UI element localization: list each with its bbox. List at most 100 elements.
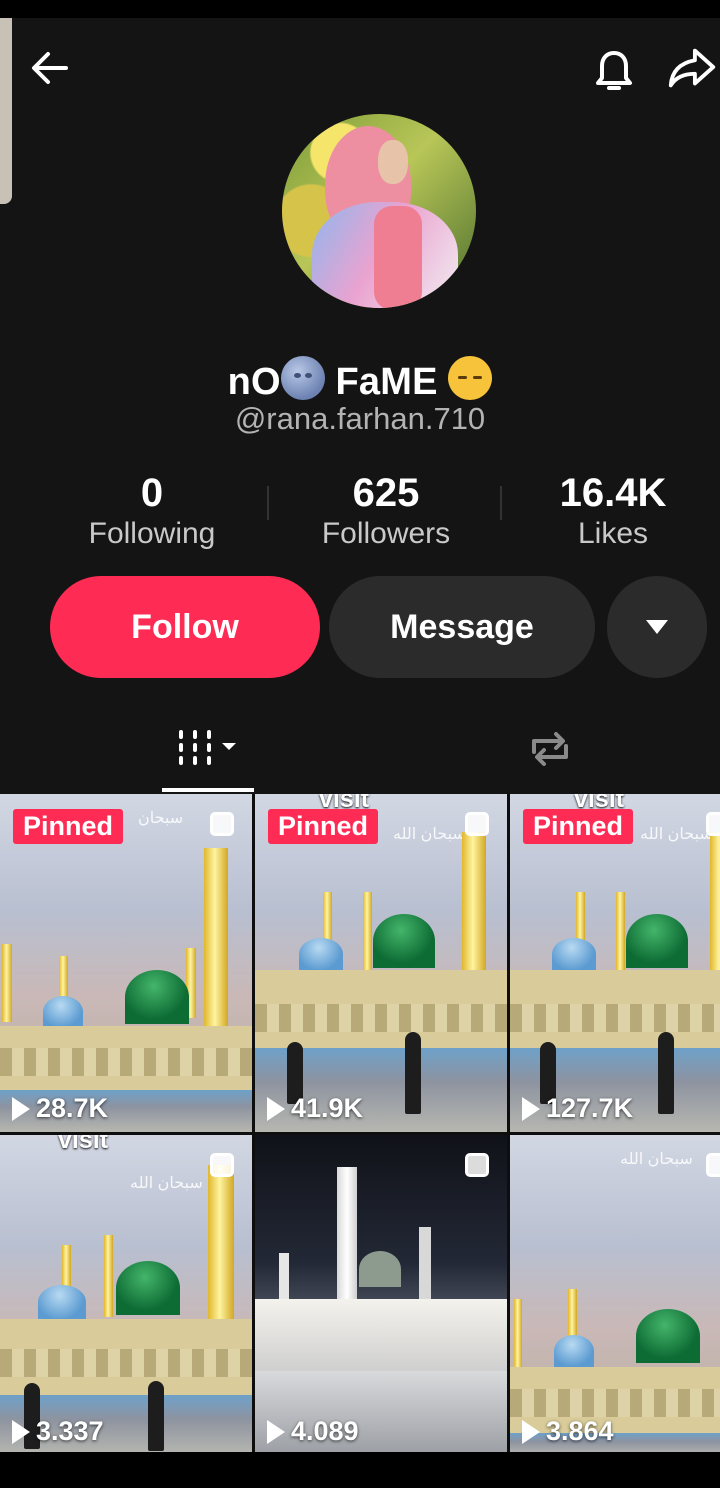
minaret [104, 1235, 113, 1317]
avatar-scarf [374, 206, 422, 308]
person-silhouette [658, 1032, 674, 1114]
minaret [514, 1299, 522, 1369]
green-dome [636, 1309, 700, 1363]
video-thumbnail[interactable]: visit سبحان الله Pinned 41.9K [255, 794, 507, 1132]
view-count: 3.864 [522, 1416, 614, 1447]
repost-icon [532, 732, 568, 766]
view-count: 127.7K [522, 1093, 633, 1124]
minaret [616, 892, 625, 974]
multi-media-icon [706, 812, 720, 836]
profile-screen: nO FaME @rana.farhan.710 0 Following 625… [0, 18, 720, 1452]
sad-emoji-icon [448, 356, 493, 400]
green-dome [116, 1261, 180, 1315]
following-label: Following [88, 517, 216, 550]
play-icon [12, 1096, 30, 1121]
video-thumbnail[interactable]: سبحان Pinned 28.7K [0, 794, 252, 1132]
back-arrow-icon[interactable] [24, 40, 80, 96]
screen-edge-tab [0, 18, 12, 204]
avatar-hand [378, 140, 408, 184]
likes-count: 16.4K [559, 471, 667, 515]
overlay-arabic-text: سبحان الله [640, 826, 713, 843]
multi-media-icon [210, 812, 234, 836]
bell-icon[interactable] [586, 40, 642, 96]
green-dome [125, 970, 189, 1024]
overlay-arabic-text: سبحان [138, 810, 184, 827]
overlay-arabic-text: سبحان الله [393, 826, 466, 843]
multi-media-icon [210, 1153, 234, 1177]
likes-label: Likes [577, 517, 649, 550]
mosque-arches [0, 1048, 252, 1076]
share-icon[interactable] [664, 40, 720, 96]
blue-dome [552, 938, 596, 970]
play-icon [522, 1096, 540, 1121]
multi-media-icon [465, 1153, 489, 1177]
blue-dome [554, 1335, 594, 1367]
view-count: 41.9K [267, 1093, 363, 1124]
followers-stat[interactable]: 625 Followers [276, 472, 496, 551]
profile-name-part-2: FaME [335, 361, 438, 403]
multi-media-icon [706, 1153, 720, 1177]
view-count-text: 4.089 [291, 1416, 359, 1446]
following-count: 0 [140, 471, 164, 515]
follow-button[interactable]: Follow [50, 576, 320, 678]
dome [359, 1251, 401, 1287]
blue-dome [43, 996, 83, 1028]
video-grid: سبحان Pinned 28.7K visit سبحان الله Pinn… [0, 794, 720, 1452]
video-thumbnail[interactable]: سبحان الله 3.864 [510, 1135, 720, 1452]
stat-divider [500, 486, 502, 520]
video-thumbnail[interactable]: 4.089 [255, 1135, 507, 1452]
followers-label: Followers [321, 517, 451, 550]
play-icon [522, 1419, 540, 1444]
active-tab-indicator [162, 788, 254, 792]
view-count-text: 28.7K [36, 1093, 109, 1123]
view-count: 3.337 [12, 1416, 104, 1447]
stat-divider [267, 486, 269, 520]
minaret [2, 944, 12, 1022]
more-options-button[interactable] [607, 576, 707, 678]
play-icon [267, 1096, 285, 1121]
multi-media-icon [465, 812, 489, 836]
person-silhouette [405, 1032, 421, 1114]
view-count-text: 127.7K [546, 1093, 634, 1123]
mosque-arches [255, 1004, 507, 1032]
minaret [208, 1165, 234, 1321]
view-count: 4.089 [267, 1416, 359, 1447]
avatar [282, 114, 476, 308]
pinned-badge: Pinned [523, 809, 634, 844]
view-count-text: 3.337 [36, 1416, 104, 1446]
green-dome [626, 914, 688, 968]
followers-count: 625 [352, 471, 420, 515]
profile-name: nO FaME [0, 356, 720, 404]
minaret [710, 832, 720, 980]
video-thumbnail[interactable]: visit سبحان الله Pinned 127.7K [510, 794, 720, 1132]
profile-name-part-1: nO [227, 361, 281, 403]
play-icon [267, 1419, 285, 1444]
blue-dome [299, 938, 343, 970]
mosque-arches [0, 1349, 252, 1377]
overlay-arabic-text: سبحان الله [130, 1175, 203, 1192]
following-stat[interactable]: 0 Following [42, 472, 262, 551]
view-count: 28.7K [12, 1093, 108, 1124]
minaret [204, 848, 228, 1032]
view-count-text: 41.9K [291, 1093, 364, 1123]
grid-icon [179, 730, 236, 765]
likes-stat[interactable]: 16.4K Likes [503, 472, 720, 551]
moon-emoji-icon [280, 356, 325, 400]
minaret [462, 832, 486, 980]
repost-tab[interactable] [514, 716, 586, 782]
minaret [363, 892, 372, 974]
green-dome [373, 914, 435, 968]
blue-dome [38, 1285, 86, 1319]
pinned-badge: Pinned [13, 809, 124, 844]
person-silhouette [148, 1381, 164, 1451]
view-count-text: 3.864 [546, 1416, 614, 1446]
mosque-arches [510, 1004, 720, 1032]
play-icon [12, 1419, 30, 1444]
video-thumbnail[interactable]: visit سبحان الله 3.337 [0, 1135, 252, 1452]
message-button[interactable]: Message [329, 576, 595, 678]
overlay-visit-text: visit [58, 1135, 109, 1154]
profile-handle: @rana.farhan.710 [234, 401, 486, 436]
mosque-arches [510, 1389, 720, 1417]
overlay-arabic-text: سبحان الله [620, 1151, 693, 1168]
videos-grid-tab[interactable] [162, 716, 252, 782]
